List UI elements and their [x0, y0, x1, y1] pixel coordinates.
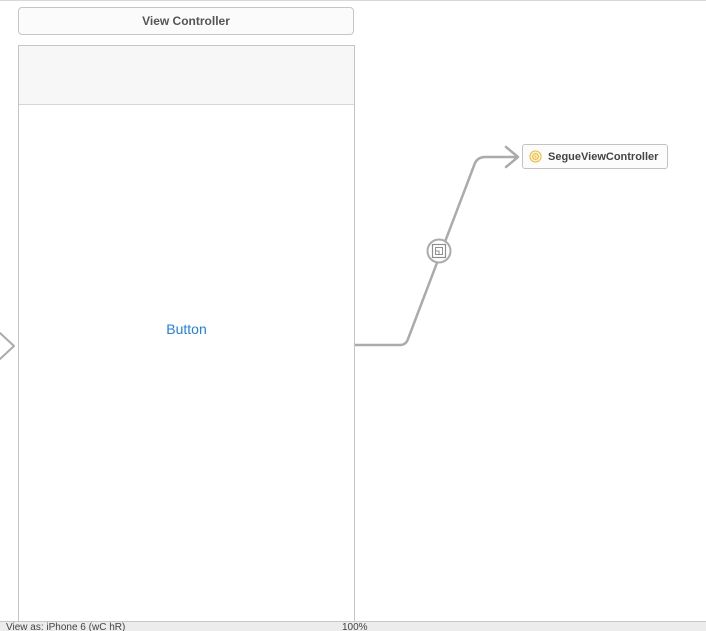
destination-label: SegueViewController: [548, 150, 659, 163]
segue-connections: [0, 145, 520, 360]
canvas-bottom-bar: View as: iPhone 6 (wC hR) 100%: [0, 621, 706, 631]
view-as-device-label[interactable]: View as: iPhone 6 (wC hR): [6, 623, 125, 631]
segue-modal-icon[interactable]: [426, 238, 452, 264]
entry-point-arrow-icon: [0, 332, 15, 360]
zoom-level-label[interactable]: 100%: [342, 623, 368, 631]
segue-view-controller-node[interactable]: SegueViewController: [522, 144, 668, 169]
view-controller-icon: [529, 150, 542, 163]
